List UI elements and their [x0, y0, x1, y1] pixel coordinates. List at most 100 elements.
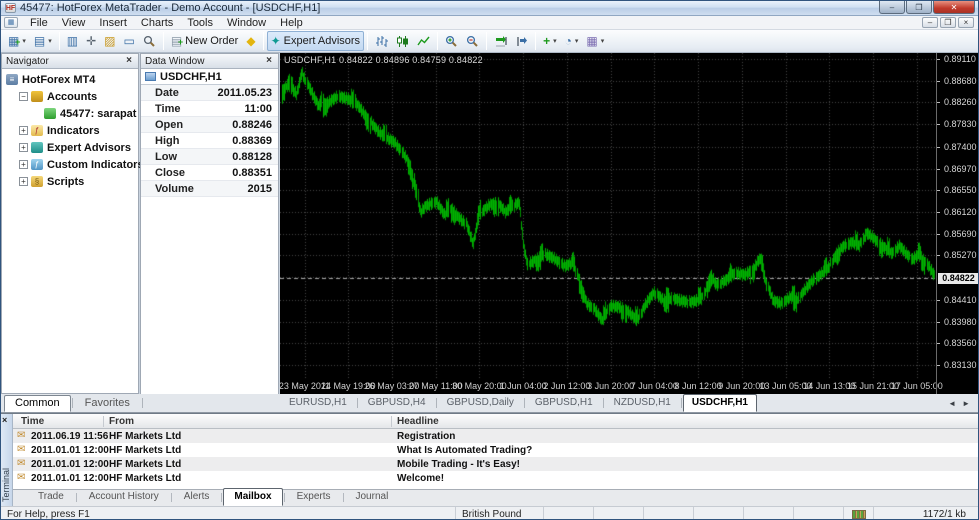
expand-icon[interactable]: +	[19, 143, 28, 152]
mail-time: 2011.01.01 12:00	[31, 444, 109, 456]
chart-system-menu-icon[interactable]: ▦	[4, 17, 18, 28]
bar-chart-button[interactable]	[371, 31, 392, 51]
doc-minimize-button[interactable]: –	[922, 17, 938, 28]
toolbar-separator	[367, 32, 369, 50]
expand-icon[interactable]: +	[19, 177, 28, 186]
column-separator	[103, 416, 104, 427]
chart-tab-eurusd-h1[interactable]: EURUSD,H1	[280, 394, 356, 412]
tree-item-accounts[interactable]: − Accounts	[2, 88, 138, 105]
status-bar: For Help, press F1 British Pound 1172/1 …	[1, 506, 978, 519]
price-axis-label: 0.86550	[944, 184, 977, 195]
price-tick	[937, 343, 940, 344]
periods-clock-icon: ◔	[564, 34, 572, 48]
market-watch-button[interactable]: ▥	[63, 31, 82, 51]
tab-separator	[170, 493, 172, 502]
data-window-button[interactable]: ✛	[82, 31, 100, 51]
chart-tab-nzdusd-h1[interactable]: NZDUSD,H1	[605, 394, 680, 412]
terminal-button[interactable]: ▭	[119, 31, 138, 51]
tree-item-hotforex-mt4[interactable]: ≡ HotForex MT4	[2, 71, 138, 88]
menu-help[interactable]: Help	[273, 16, 310, 30]
navigator-button[interactable]: ▨	[100, 31, 119, 51]
navigator-close-icon[interactable]: ×	[124, 56, 134, 66]
title-bar[interactable]: HF 45477: HotForex MetaTrader - Demo Acc…	[1, 1, 978, 16]
mail-row[interactable]: ✉ 2011.01.01 12:00 HF Markets Ltd What Is A…	[13, 443, 978, 457]
scroll-left-icon[interactable]: ◄	[948, 399, 956, 408]
expert-advisors-button[interactable]: ✦ Expert Advisors	[266, 31, 365, 51]
terminal-tab-journal[interactable]: Journal	[345, 488, 400, 506]
new-chart-button[interactable]: ▦ + ▾	[4, 31, 30, 51]
chart-tab-gbpusd-h1[interactable]: GBPUSD,H1	[526, 394, 602, 412]
terminal-tab-mailbox[interactable]: Mailbox	[223, 488, 283, 506]
price-tick	[937, 124, 940, 125]
line-chart-button[interactable]	[413, 31, 434, 51]
profiles-button[interactable]: ▤ ▾	[30, 31, 56, 51]
terminal-close-icon[interactable]: ×	[2, 415, 7, 425]
doc-restore-button[interactable]: ❐	[940, 17, 956, 28]
mail-row[interactable]: ✉ 2011.01.01 12:00 HF Markets Ltd Welcome!	[13, 471, 978, 485]
mail-from: HF Markets Ltd	[109, 444, 182, 456]
mail-row[interactable]: ✉ 2011.06.19 11:56 HF Markets Ltd Registrat…	[13, 429, 978, 443]
zoom-in-button[interactable]	[441, 31, 462, 51]
data-window-close-icon[interactable]: ×	[264, 56, 274, 66]
terminal-tab-trade[interactable]: Trade	[27, 488, 75, 506]
doc-close-button[interactable]: ×	[958, 17, 974, 28]
terminal-table-header[interactable]: Time From Headline	[13, 414, 978, 429]
close-button[interactable]: ✕	[933, 1, 975, 14]
price-chart-canvas[interactable]	[280, 53, 936, 394]
navigator-header[interactable]: Navigator ×	[2, 54, 138, 69]
zoom-out-button[interactable]	[462, 31, 483, 51]
menu-insert[interactable]: Insert	[92, 16, 134, 30]
menu-file[interactable]: File	[23, 16, 55, 30]
terminal-column-from[interactable]: From	[109, 414, 134, 429]
expand-icon[interactable]: +	[19, 160, 28, 169]
terminal-column-headline[interactable]: Headline	[397, 414, 439, 429]
tree-item-custom-indicators[interactable]: + ƒ Custom Indicators	[2, 156, 144, 173]
navigator-tab-common[interactable]: Common	[4, 395, 71, 412]
chart-tab-gbpusd-h4[interactable]: GBPUSD,H4	[359, 394, 435, 412]
chart-shift-button[interactable]	[511, 31, 532, 51]
terminal-tab-account-history[interactable]: Account History	[78, 488, 170, 506]
menu-tools[interactable]: Tools	[180, 16, 220, 30]
tree-item-scripts[interactable]: + § Scripts	[2, 173, 138, 190]
price-axis: 0.89110 0.88680 0.88260 0.87830 0.87400 0.869…	[936, 53, 978, 394]
data-window-header[interactable]: Data Window ×	[141, 54, 278, 69]
metaeditor-button[interactable]: ◆	[242, 31, 259, 51]
tree-item-expert-advisors[interactable]: + Expert Advisors	[2, 139, 138, 156]
navigator-tab-favorites[interactable]: Favorites	[74, 395, 141, 412]
templates-button[interactable]: ▦ ▾	[582, 31, 608, 51]
price-tick	[937, 169, 940, 170]
candlestick-chart-button[interactable]	[392, 31, 413, 51]
tab-separator	[221, 493, 223, 502]
minimize-button[interactable]: –	[879, 1, 905, 14]
window-controls: – ❒ ✕	[879, 1, 975, 14]
tree-item-45477-sarapat[interactable]: 45477: sarapat	[2, 105, 138, 122]
window-title: 45477: HotForex MetaTrader - Demo Accoun…	[20, 2, 321, 14]
chart-tab-usdchf-h1[interactable]: USDCHF,H1	[682, 394, 757, 412]
mail-time: 2011.01.01 12:00	[31, 472, 109, 484]
indicators-button[interactable]: + ▾	[539, 31, 561, 51]
tree-item-indicators[interactable]: + ƒ Indicators	[2, 122, 138, 139]
terminal-tab-alerts[interactable]: Alerts	[173, 488, 221, 506]
expert-advisors-icon	[31, 142, 43, 153]
expand-icon[interactable]: +	[19, 126, 28, 135]
menu-view[interactable]: View	[55, 16, 93, 30]
strategy-tester-button[interactable]	[139, 31, 160, 51]
chart-region[interactable]: USDCHF,H1 0.84822 0.84896 0.84759 0.8482…	[279, 53, 978, 394]
maximize-button[interactable]: ❒	[906, 1, 932, 14]
price-axis-label: 0.84410	[944, 294, 977, 305]
menu-charts[interactable]: Charts	[134, 16, 180, 30]
chart-tab-gbpusd-daily[interactable]: GBPUSD,Daily	[438, 394, 523, 412]
collapse-icon[interactable]: −	[19, 92, 28, 101]
periods-button[interactable]: ◔ ▾	[561, 31, 583, 51]
toolbar-separator	[262, 32, 264, 50]
auto-scroll-button[interactable]	[490, 31, 511, 51]
price-tick	[937, 322, 940, 323]
mail-from: HF Markets Ltd	[109, 472, 182, 484]
scroll-right-icon[interactable]: ►	[962, 399, 970, 408]
time-axis-label: 2 Jun 12:00	[543, 381, 591, 391]
terminal-tab-experts[interactable]: Experts	[286, 488, 342, 506]
new-order-button[interactable]: ▤ + New Order	[167, 31, 243, 51]
terminal-column-time[interactable]: Time	[21, 414, 44, 429]
mail-row[interactable]: ✉ 2011.01.01 12:00 HF Markets Ltd Mobile Tr…	[13, 457, 978, 471]
menu-window[interactable]: Window	[220, 16, 273, 30]
